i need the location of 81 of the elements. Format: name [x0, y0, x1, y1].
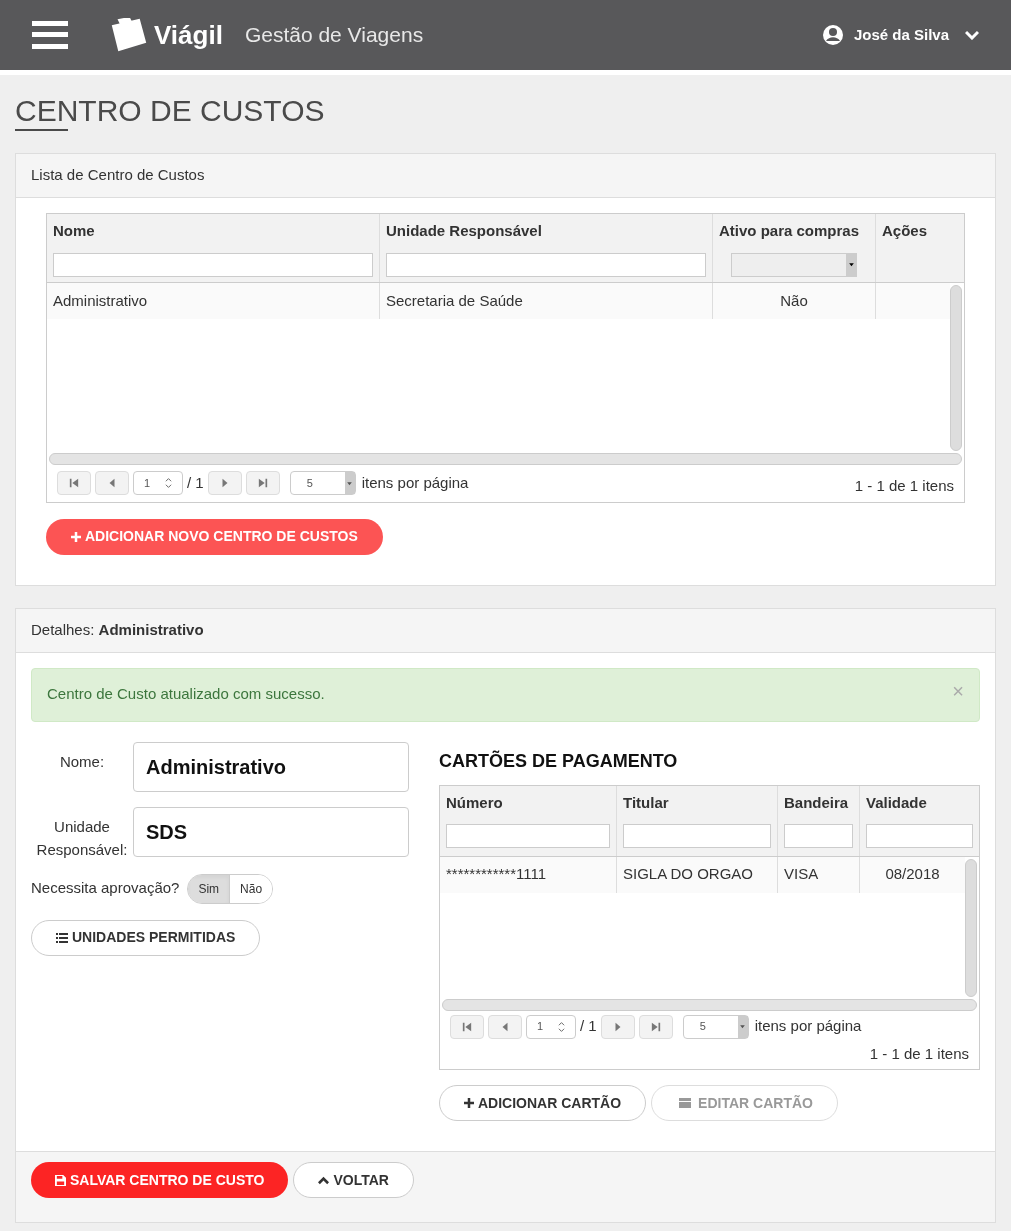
vertical-scrollbar[interactable]: [950, 285, 962, 451]
horizontal-scrollbar[interactable]: [49, 453, 962, 465]
pager-summary: 1 - 1 de 1 itens: [854, 476, 954, 496]
first-page-icon: [462, 1021, 472, 1032]
toggle-option[interactable]: Não: [229, 874, 273, 903]
last-page-icon: [257, 478, 268, 489]
first-page-button[interactable]: [57, 471, 91, 496]
table-cell-text: 08/2018: [884, 864, 941, 885]
spinner-icon[interactable]: [558, 1020, 565, 1033]
previous-page-button[interactable]: [488, 1014, 522, 1039]
filter-field[interactable]: [386, 252, 706, 277]
horizontal-scrollbar[interactable]: [442, 998, 977, 1011]
app-subtitle: Gestão de Viagens: [244, 22, 424, 49]
next-page-button[interactable]: [600, 1014, 635, 1039]
column-header[interactable]: Validade: [866, 791, 973, 814]
permitted-units-button[interactable]: UNIDADES PERMITIDAS: [31, 919, 261, 956]
dropdown-icon: [847, 261, 855, 268]
first-page-button[interactable]: [450, 1014, 484, 1039]
page-size-select[interactable]: 5: [289, 471, 356, 496]
filter-field[interactable]: [784, 824, 853, 848]
text-field[interactable]: Administrativo: [133, 741, 409, 792]
user-icon: [821, 24, 844, 46]
pager-summary: 1 - 1 de 1 itens: [869, 1043, 969, 1064]
filter-select[interactable]: [731, 252, 857, 277]
first-page-icon: [69, 478, 79, 489]
column-header[interactable]: Nome: [53, 220, 373, 243]
user-name[interactable]: José da Silva: [853, 23, 949, 47]
last-page-button[interactable]: [638, 1014, 673, 1039]
column-header[interactable]: Bandeira: [784, 791, 853, 814]
table-cell: Administrativo: [47, 283, 380, 319]
menu-icon[interactable]: [32, 21, 68, 49]
text-field[interactable]: SDS: [133, 806, 409, 857]
brand-name: Viágil: [154, 18, 223, 52]
table-cell: VISA: [778, 856, 860, 893]
next-page-button[interactable]: [207, 471, 242, 496]
page-total: / 1: [187, 473, 204, 493]
toggle-option[interactable]: Sim: [188, 874, 230, 903]
previous-page-icon: [500, 1021, 510, 1032]
filter-field[interactable]: [623, 824, 771, 848]
column-header[interactable]: Titular: [623, 791, 771, 814]
plus-icon: [464, 1098, 474, 1108]
section-title: CARTÕES DE PAGAMENTO: [439, 749, 679, 773]
table-cell: Secretaria de Saúde: [380, 283, 713, 319]
previous-page-icon: [107, 478, 117, 489]
list-icon: [56, 931, 68, 944]
column-header[interactable]: Unidade Responsável: [386, 220, 706, 243]
vertical-scrollbar[interactable]: [965, 858, 977, 997]
chevron-down-icon[interactable]: [965, 30, 979, 40]
dropdown-icon: [346, 479, 354, 487]
page-total: / 1: [580, 1016, 597, 1037]
page-size-select[interactable]: 5: [682, 1014, 749, 1039]
field-label: Nome:: [58, 751, 106, 772]
page-number-field[interactable]: 1: [526, 1014, 576, 1039]
add-card-button[interactable]: ADICIONAR CARTÃO: [439, 1085, 647, 1121]
column-header[interactable]: Número: [446, 791, 610, 814]
field-label: Unidade Responsável:: [35, 816, 129, 860]
field-label: Necessita aprovação?: [31, 878, 180, 899]
per-page-label: itens por página: [754, 1016, 862, 1037]
last-page-button[interactable]: [245, 471, 280, 496]
table-cell: SIGLA DO ORGAO: [617, 856, 778, 893]
page-number-field[interactable]: 1: [133, 471, 183, 496]
last-page-icon: [650, 1021, 661, 1032]
filter-field[interactable]: [866, 824, 973, 848]
alert-message: Centro de Custo atualizado com sucesso.: [47, 684, 325, 705]
column-header[interactable]: Ativo para compras: [719, 220, 869, 243]
column-header[interactable]: Ações: [882, 220, 958, 243]
save-button[interactable]: SALVAR CENTRO DE CUSTO: [31, 1162, 289, 1198]
filter-field[interactable]: [446, 824, 610, 848]
dropdown-icon: [739, 1023, 747, 1030]
previous-page-button[interactable]: [95, 471, 129, 496]
page-title: CENTRO DE CUSTOS: [15, 93, 325, 129]
panel-heading: Lista de Centro de Custos: [16, 154, 995, 198]
spinner-icon[interactable]: [165, 477, 172, 490]
table-cell: ************1111: [440, 856, 617, 893]
plus-icon: [71, 531, 81, 542]
panel-heading: Detalhes: Administrativo: [16, 608, 995, 653]
table-cell: Não: [713, 283, 876, 319]
filter-field[interactable]: [53, 252, 373, 277]
chevron-up-icon: [318, 1174, 330, 1186]
per-page-label: itens por página: [361, 473, 469, 493]
back-button[interactable]: VOLTAR: [293, 1162, 414, 1198]
